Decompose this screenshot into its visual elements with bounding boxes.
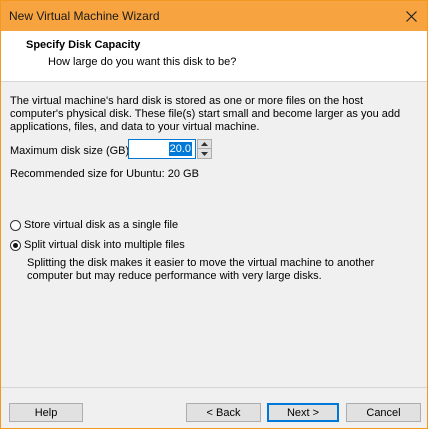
max-disk-size-value: 20.0 xyxy=(168,142,192,156)
disk-description: The virtual machine's hard disk is store… xyxy=(10,95,401,133)
max-disk-size-input[interactable]: 20.0 xyxy=(128,139,196,159)
next-button[interactable]: Next > xyxy=(267,403,339,422)
wizard-content: The virtual machine's hard disk is store… xyxy=(1,82,427,387)
help-button[interactable]: Help xyxy=(9,403,83,422)
spin-down-button[interactable] xyxy=(197,149,212,159)
single-file-radio[interactable] xyxy=(10,219,21,231)
single-file-option[interactable]: Store virtual disk as a single file xyxy=(10,219,178,231)
wizard-window: New Virtual Machine Wizard Specify Disk … xyxy=(0,0,428,429)
arrow-up-icon xyxy=(201,142,208,146)
spin-up-button[interactable] xyxy=(197,139,212,149)
footer-divider xyxy=(1,387,427,388)
close-icon xyxy=(405,10,417,22)
split-files-radio[interactable] xyxy=(10,239,21,251)
split-files-label: Split virtual disk into multiple files xyxy=(24,239,185,251)
page-title: Specify Disk Capacity xyxy=(26,39,141,51)
wizard-header: Specify Disk Capacity How large do you w… xyxy=(1,31,427,82)
back-button[interactable]: < Back xyxy=(186,403,261,422)
page-subtitle: How large do you want this disk to be? xyxy=(48,56,237,68)
cancel-button[interactable]: Cancel xyxy=(346,403,421,422)
max-disk-size-label: Maximum disk size (GB): xyxy=(10,145,133,157)
recommended-size-text: Recommended size for Ubuntu: 20 GB xyxy=(10,168,199,180)
split-files-option[interactable]: Split virtual disk into multiple files xyxy=(10,239,185,251)
title-bar: New Virtual Machine Wizard xyxy=(1,1,427,31)
disk-size-spinner xyxy=(197,139,212,159)
window-title: New Virtual Machine Wizard xyxy=(9,9,160,23)
split-description: Splitting the disk makes it easier to mo… xyxy=(27,257,375,282)
close-button[interactable] xyxy=(395,1,427,31)
single-file-label: Store virtual disk as a single file xyxy=(24,219,179,231)
arrow-down-icon xyxy=(201,151,208,156)
